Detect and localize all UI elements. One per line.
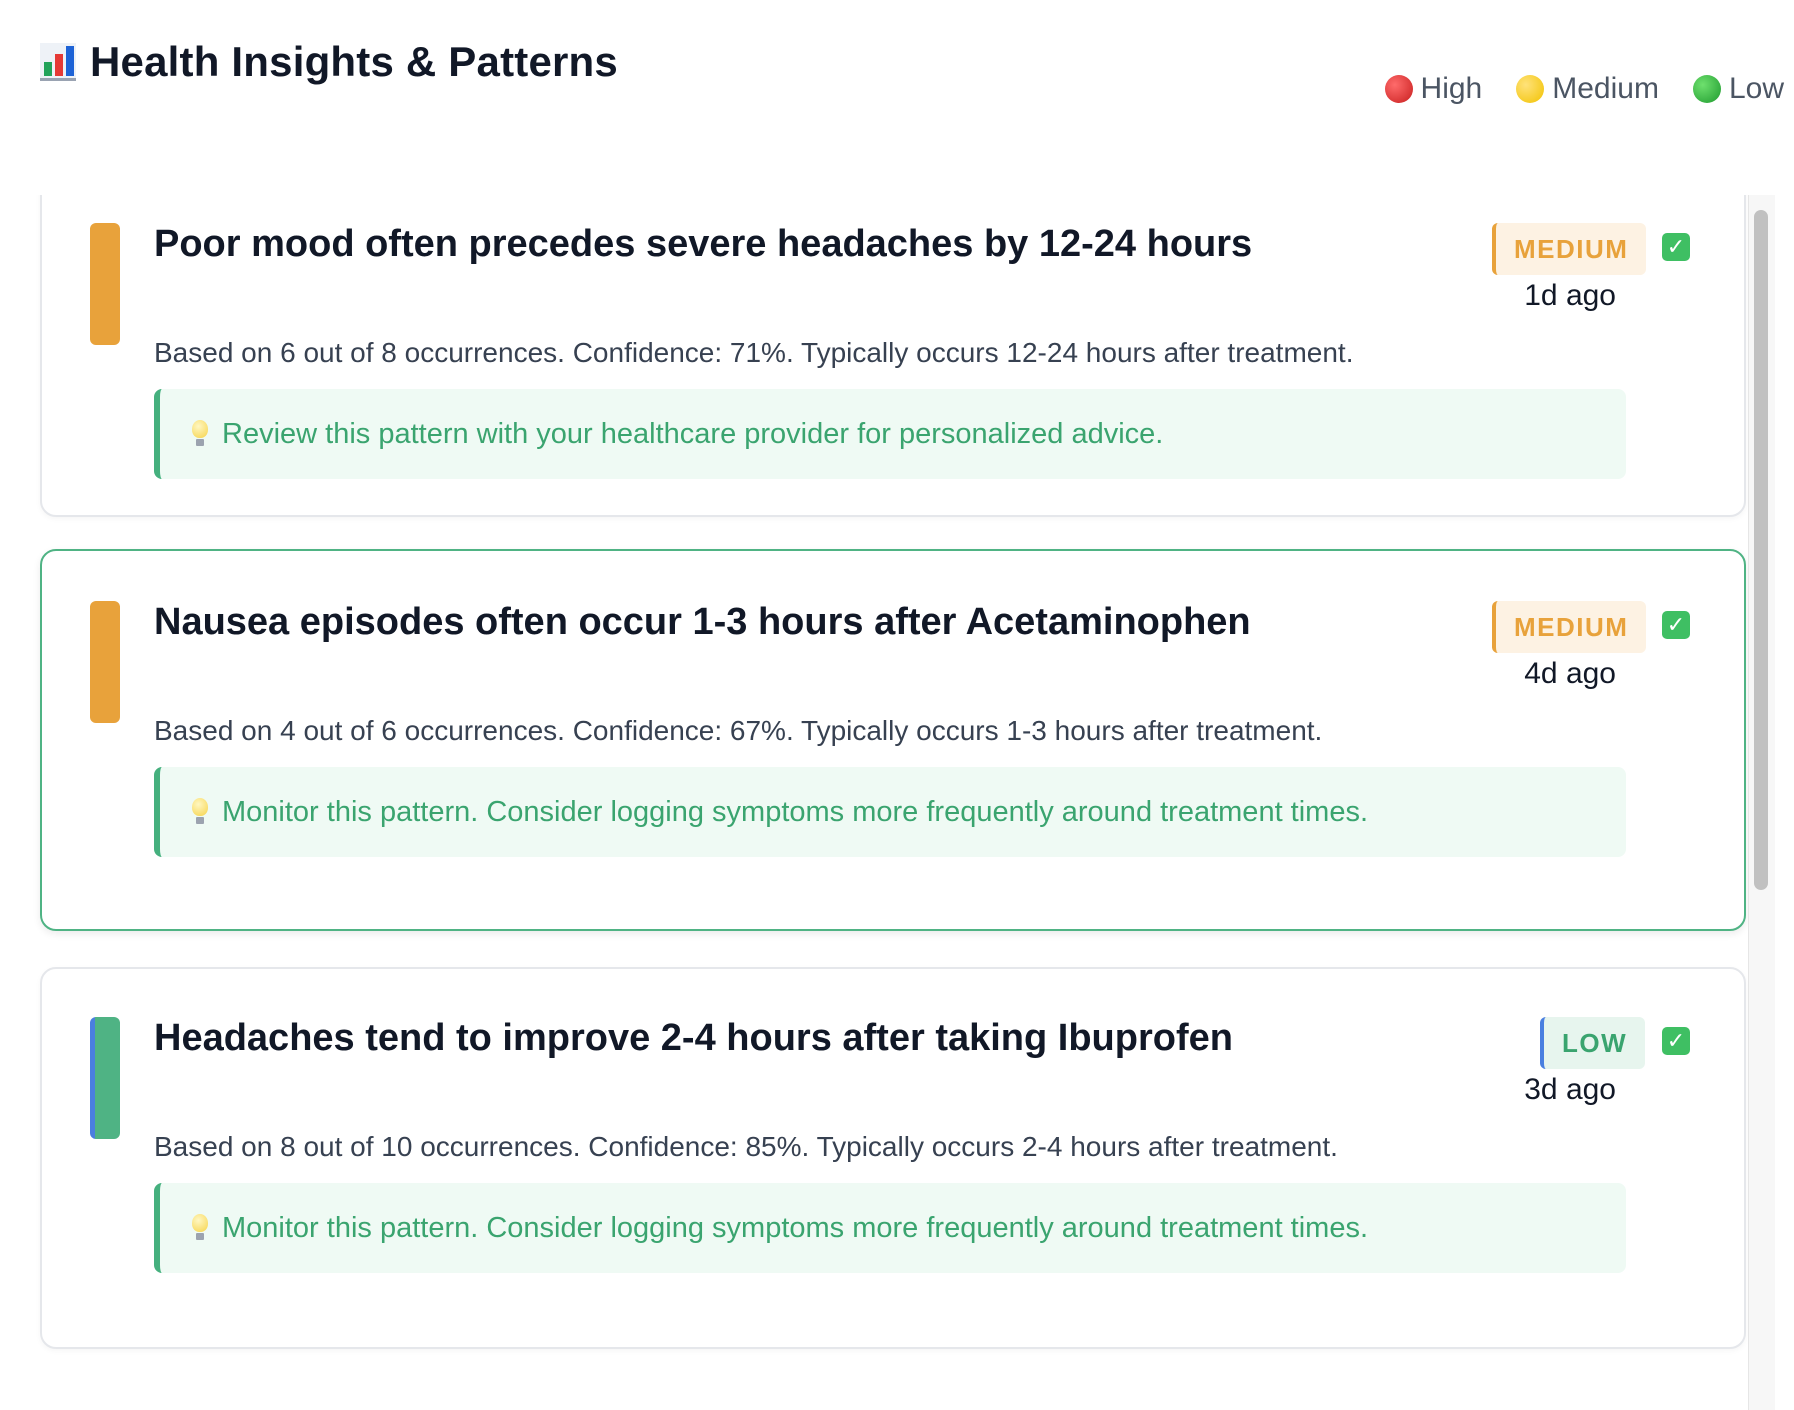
priority-accent-bar: [90, 223, 120, 345]
scrollbar-thumb[interactable]: [1754, 210, 1768, 890]
recommendation-text: Review this pattern with your healthcare…: [222, 417, 1164, 450]
check-box-icon[interactable]: ✓: [1662, 1027, 1690, 1055]
recommendation-box: Monitor this pattern. Consider logging s…: [154, 1183, 1626, 1273]
legend-label-low: Low: [1728, 72, 1784, 105]
insight-time: 4d ago: [1524, 657, 1616, 690]
insight-time: 3d ago: [1524, 1073, 1616, 1106]
green-circle-icon: [1692, 75, 1721, 103]
check-box-icon[interactable]: ✓: [1662, 611, 1690, 639]
insights-list[interactable]: Poor mood often precedes severe headache…: [0, 195, 1794, 1410]
priority-badge: LOW: [1540, 1017, 1646, 1069]
priority-badge: MEDIUM: [1492, 601, 1647, 653]
insight-description: Based on 6 out of 8 occurrences. Confide…: [154, 337, 1354, 368]
insight-time: 1d ago: [1524, 279, 1616, 312]
check-box-icon[interactable]: ✓: [1662, 233, 1690, 261]
insight-card-selected[interactable]: Nausea episodes often occur 1-3 hours af…: [40, 549, 1746, 931]
recommendation-text: Monitor this pattern. Consider logging s…: [222, 1211, 1369, 1244]
insight-title: Nausea episodes often occur 1-3 hours af…: [154, 601, 1251, 643]
insight-title: Poor mood often precedes severe headache…: [154, 223, 1253, 265]
insight-description: Based on 8 out of 10 occurrences. Confid…: [154, 1131, 1338, 1162]
lightbulb-icon: [190, 420, 210, 448]
priority-badge: MEDIUM: [1492, 223, 1647, 275]
legend-item-low: Low: [1692, 72, 1784, 106]
insight-card[interactable]: Headaches tend to improve 2-4 hours afte…: [40, 967, 1746, 1349]
lightbulb-icon: [190, 1214, 210, 1242]
recommendation-box: Monitor this pattern. Consider logging s…: [154, 767, 1626, 857]
priority-legend: High Medium Low: [1384, 72, 1784, 106]
lightbulb-icon: [190, 798, 210, 826]
page-title: Health Insights & Patterns: [90, 38, 618, 85]
priority-accent-bar: [90, 601, 120, 723]
red-circle-icon: [1384, 75, 1413, 103]
insight-card[interactable]: Poor mood often precedes severe headache…: [40, 195, 1746, 517]
legend-item-medium: Medium: [1516, 72, 1659, 106]
bar-chart-icon: [40, 43, 76, 81]
recommendation-text: Monitor this pattern. Consider logging s…: [222, 795, 1369, 828]
legend-item-high: High: [1384, 72, 1483, 106]
recommendation-box: Review this pattern with your healthcare…: [154, 389, 1626, 479]
page-header: Health Insights & Patterns: [40, 38, 618, 86]
health-insights-page: Health Insights & Patterns High Medium L…: [0, 0, 1794, 1410]
insight-title: Headaches tend to improve 2-4 hours afte…: [154, 1017, 1233, 1059]
insight-description: Based on 4 out of 6 occurrences. Confide…: [154, 715, 1323, 746]
legend-label-medium: Medium: [1552, 72, 1659, 105]
legend-label-high: High: [1420, 72, 1483, 105]
priority-accent-bar: [90, 1017, 120, 1139]
yellow-circle-icon: [1516, 75, 1545, 103]
